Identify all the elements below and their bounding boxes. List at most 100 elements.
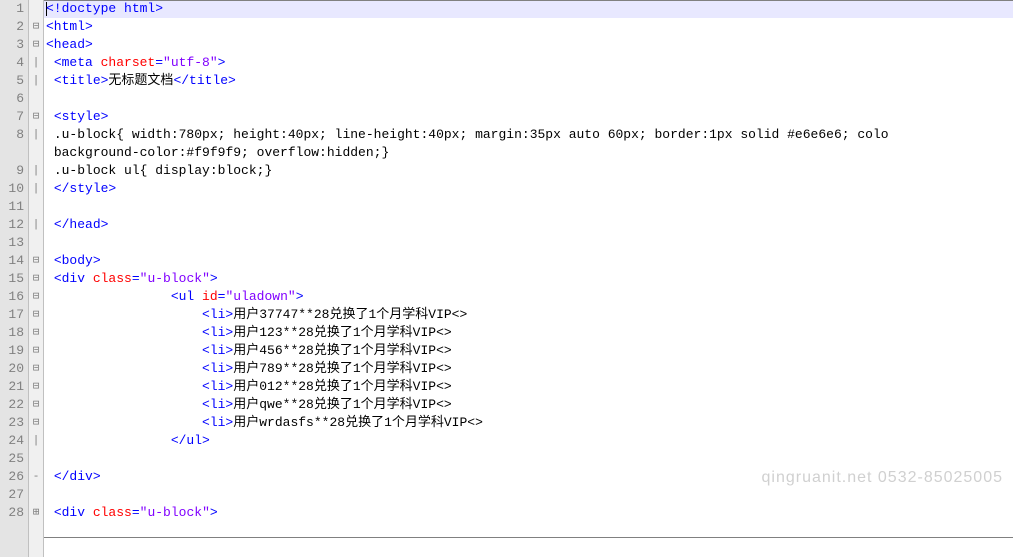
fold-marker[interactable]: ⊟	[29, 342, 43, 360]
code-line-21[interactable]: <li>用户012**28兑换了1个月学科VIP<>	[44, 378, 1013, 396]
code-line-27[interactable]	[44, 486, 1013, 504]
head-close-tag: </head>	[54, 217, 109, 232]
fold-gutter[interactable]: ⊟⊟||⊟||||⊟⊟⊟⊟⊟⊟⊟⊟⊟⊟|-⊞	[29, 0, 44, 557]
fold-marker[interactable]: |	[29, 180, 43, 198]
code-line-11[interactable]	[44, 198, 1013, 216]
fold-marker[interactable]	[29, 234, 43, 252]
fold-marker[interactable]: ⊟	[29, 378, 43, 396]
li-text: 用户123**28兑换了1个月学科VIP<>	[233, 325, 451, 340]
doctype-tag: <!doctype html>	[46, 1, 163, 16]
code-line-13[interactable]	[44, 234, 1013, 252]
li-tag: <li>	[202, 325, 233, 340]
line-number: 10	[0, 180, 28, 198]
fold-marker[interactable]: ⊟	[29, 414, 43, 432]
code-line-15[interactable]: <div class="u-block">	[44, 270, 1013, 288]
top-border	[44, 0, 1013, 1]
code-line-2[interactable]: <html>	[44, 18, 1013, 36]
line-number: 7	[0, 108, 28, 126]
line-number: 12	[0, 216, 28, 234]
code-line-12[interactable]: </head>	[44, 216, 1013, 234]
code-line-28[interactable]: <div class="u-block">	[44, 504, 1013, 522]
div-close-tag: </div>	[54, 469, 101, 484]
fold-marker[interactable]: ⊟	[29, 288, 43, 306]
fold-marker[interactable]: ⊟	[29, 270, 43, 288]
watermark: qingruanit.net 0532-85025005	[761, 469, 1003, 487]
fold-marker[interactable]: ⊞	[29, 504, 43, 522]
li-text: 用户012**28兑换了1个月学科VIP<>	[233, 379, 451, 394]
css-rule: .u-block{ width:780px; height:40px; line…	[54, 127, 889, 142]
fold-marker[interactable]	[29, 90, 43, 108]
code-line-8b[interactable]: background-color:#f9f9f9; overflow:hidde…	[44, 144, 1013, 162]
fold-marker[interactable]	[29, 0, 43, 18]
fold-marker[interactable]: ⊟	[29, 306, 43, 324]
code-line-3[interactable]: <head>	[44, 36, 1013, 54]
code-line-23[interactable]: <li>用户wrdasfs**28兑换了1个月学科VIP<>	[44, 414, 1013, 432]
attr-value: "u-block"	[140, 271, 210, 286]
line-number: 9	[0, 162, 28, 180]
fold-marker[interactable]	[29, 198, 43, 216]
fold-marker[interactable]: |	[29, 126, 43, 144]
fold-marker[interactable]: |	[29, 162, 43, 180]
code-line-16[interactable]: <ul id="uladown">	[44, 288, 1013, 306]
code-line-18[interactable]: <li>用户123**28兑换了1个月学科VIP<>	[44, 324, 1013, 342]
attr-value: "u-block"	[140, 505, 210, 520]
title-text: 无标题文档	[108, 73, 173, 88]
line-number: 4	[0, 54, 28, 72]
attr-name: id	[202, 289, 218, 304]
fold-marker[interactable]: ⊟	[29, 108, 43, 126]
attr-name: class	[93, 271, 132, 286]
code-line-5[interactable]: <title>无标题文档</title>	[44, 72, 1013, 90]
code-line-4[interactable]: <meta charset="utf-8">	[44, 54, 1013, 72]
code-line-17[interactable]: <li>用户37747**28兑换了1个月学科VIP<>	[44, 306, 1013, 324]
code-area[interactable]: <!doctype html> <html> <head> <meta char…	[44, 0, 1013, 557]
title-tag: <title>	[54, 73, 109, 88]
li-tag: <li>	[202, 361, 233, 376]
code-line-22[interactable]: <li>用户qwe**28兑换了1个月学科VIP<>	[44, 396, 1013, 414]
line-number: 18	[0, 324, 28, 342]
line-number: 5	[0, 72, 28, 90]
attr-name: charset	[101, 55, 156, 70]
fold-marker[interactable]: -	[29, 468, 43, 486]
line-number: 22	[0, 396, 28, 414]
code-line-25[interactable]	[44, 450, 1013, 468]
li-text: 用户456**28兑换了1个月学科VIP<>	[233, 343, 451, 358]
line-number-gutter: 1234567891011121314151617181920212223242…	[0, 0, 29, 557]
css-rule: background-color:#f9f9f9; overflow:hidde…	[54, 145, 389, 160]
line-number: 24	[0, 432, 28, 450]
fold-marker[interactable]	[29, 450, 43, 468]
li-tag: <li>	[202, 307, 233, 322]
li-tag: <li>	[202, 379, 233, 394]
line-number: 1	[0, 0, 28, 18]
fold-marker[interactable]: ⊟	[29, 324, 43, 342]
code-editor: 1234567891011121314151617181920212223242…	[0, 0, 1013, 557]
code-line-20[interactable]: <li>用户789**28兑换了1个月学科VIP<>	[44, 360, 1013, 378]
code-line-8[interactable]: .u-block{ width:780px; height:40px; line…	[44, 126, 1013, 144]
code-line-7[interactable]: <style>	[44, 108, 1013, 126]
code-line-9[interactable]: .u-block ul{ display:block;}	[44, 162, 1013, 180]
li-text: 用户qwe**28兑换了1个月学科VIP<>	[233, 397, 451, 412]
fold-marker[interactable]	[29, 486, 43, 504]
code-line-10[interactable]: </style>	[44, 180, 1013, 198]
code-line-6[interactable]	[44, 90, 1013, 108]
fold-marker[interactable]: ⊟	[29, 396, 43, 414]
line-number: 27	[0, 486, 28, 504]
div-tag: <div	[54, 505, 93, 520]
fold-marker[interactable]: |	[29, 432, 43, 450]
code-line-19[interactable]: <li>用户456**28兑换了1个月学科VIP<>	[44, 342, 1013, 360]
ul-close-tag: </ul>	[171, 433, 210, 448]
fold-marker[interactable]: |	[29, 72, 43, 90]
fold-marker[interactable]: ⊟	[29, 36, 43, 54]
fold-marker[interactable]: |	[29, 216, 43, 234]
fold-marker[interactable]: |	[29, 54, 43, 72]
code-line-14[interactable]: <body>	[44, 252, 1013, 270]
code-line-1[interactable]: <!doctype html>	[44, 0, 1013, 18]
line-number: 20	[0, 360, 28, 378]
fold-marker[interactable]	[29, 144, 43, 162]
fold-marker[interactable]: ⊟	[29, 18, 43, 36]
body-tag: <body>	[54, 253, 101, 268]
code-line-24[interactable]: </ul>	[44, 432, 1013, 450]
fold-marker[interactable]: ⊟	[29, 252, 43, 270]
fold-marker[interactable]: ⊟	[29, 360, 43, 378]
line-number: 2	[0, 18, 28, 36]
style-close-tag: </style>	[54, 181, 116, 196]
